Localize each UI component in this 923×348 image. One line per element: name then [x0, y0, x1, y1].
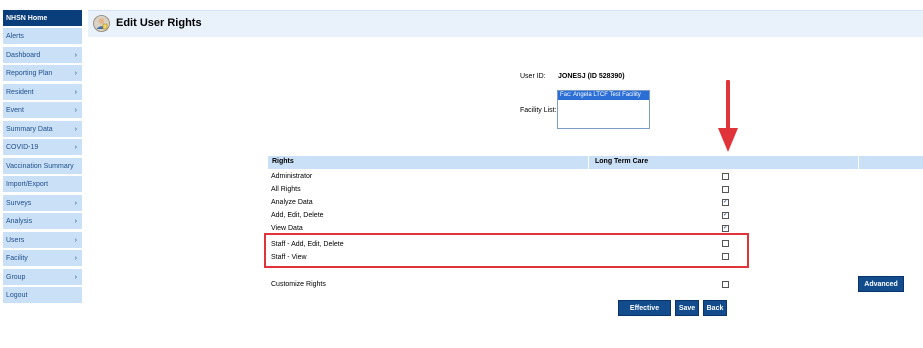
- effective-rights-button[interactable]: Effective Rights: [618, 300, 671, 328]
- sidebar-item-label: Alerts: [6, 33, 24, 40]
- chevron-right-icon: ›: [74, 218, 77, 225]
- sidebar-item-label: Logout: [6, 292, 28, 299]
- facility-listbox[interactable]: Fac: Angela LTCF Test Facility: [557, 90, 650, 129]
- sidebar-item-event[interactable]: Event ›: [3, 102, 82, 119]
- chevron-right-icon: ›: [74, 89, 77, 96]
- sidebar-item-facility[interactable]: Facility ›: [3, 250, 82, 267]
- sidebar-item-reporting-plan[interactable]: Reporting Plan ›: [3, 65, 82, 82]
- sidebar-item-label: Dashboard: [6, 52, 41, 59]
- right-row-label: Add, Edit, Delete: [271, 212, 324, 219]
- user-id-value: JONESJ (ID 528390): [558, 73, 625, 80]
- back-button[interactable]: Back: [703, 300, 727, 316]
- chevron-right-icon: ›: [74, 274, 77, 281]
- chevron-right-icon: ›: [74, 126, 77, 133]
- right-row-label: Administrator: [271, 173, 313, 180]
- sidebar-item-label: Group: [6, 274, 26, 281]
- sidebar-item-label: Reporting Plan: [6, 70, 53, 77]
- sidebar-item-label: Event: [6, 107, 24, 114]
- sidebar-item-label: Surveys: [6, 200, 32, 207]
- sidebar-item-logout[interactable]: Logout: [3, 287, 82, 304]
- save-button[interactable]: Save: [675, 300, 699, 316]
- sidebar-item-label: NHSN Home: [6, 15, 48, 22]
- page-title: Edit User Rights: [116, 17, 202, 29]
- sidebar-item-analysis[interactable]: Analysis ›: [3, 213, 82, 230]
- chevron-right-icon: ›: [74, 237, 77, 244]
- right-row-label: All Rights: [271, 186, 301, 193]
- administrator-checkbox[interactable]: [722, 173, 729, 180]
- sidebar-item-import-export[interactable]: Import/Export: [3, 176, 82, 193]
- sidebar-item-label: Import/Export: [6, 181, 49, 188]
- sidebar-item-group[interactable]: Group ›: [3, 269, 82, 286]
- add-edit-delete-checkbox[interactable]: ✓: [722, 212, 729, 219]
- right-row-label: View Data: [271, 225, 303, 232]
- page-header: Edit User Rights: [88, 10, 923, 37]
- sidebar-item-vaccination-summary[interactable]: Vaccination Summary: [3, 158, 82, 175]
- rights-column-header: Rights: [272, 158, 294, 165]
- view-data-checkbox[interactable]: ✓: [722, 225, 729, 232]
- user-rights-icon: [93, 15, 110, 32]
- annotation-arrow-icon: [718, 80, 738, 152]
- sidebar-item-label: COVID-19: [6, 144, 39, 151]
- user-id-label: User ID:: [520, 73, 546, 80]
- chevron-right-icon: ›: [74, 255, 77, 262]
- column-divider: [588, 156, 589, 169]
- rights-table-header: Rights Long Term Care: [268, 156, 923, 169]
- sidebar-item-covid-19[interactable]: COVID-19 ›: [3, 139, 82, 156]
- highlight-box: [264, 233, 749, 268]
- sidebar-item-dashboard[interactable]: Dashboard ›: [3, 47, 82, 64]
- sidebar-item-resident[interactable]: Resident ›: [3, 84, 82, 101]
- sidebar-item-users[interactable]: Users ›: [3, 232, 82, 249]
- long-term-care-column-header: Long Term Care: [595, 158, 649, 165]
- facility-list-label: Facility List:: [520, 107, 557, 114]
- chevron-right-icon: ›: [74, 107, 77, 114]
- sidebar-item-label: Users: [6, 237, 25, 244]
- chevron-right-icon: ›: [74, 144, 77, 151]
- sidebar-nav: NHSN Home Alerts Dashboard › Reporting Pl…: [0, 0, 82, 348]
- chevron-right-icon: ›: [74, 200, 77, 207]
- facility-option[interactable]: Fac: Angela LTCF Test Facility: [558, 91, 649, 100]
- chevron-right-icon: ›: [74, 70, 77, 77]
- sidebar-item-summary-data[interactable]: Summary Data ›: [3, 121, 82, 138]
- all-rights-checkbox[interactable]: [722, 186, 729, 193]
- advanced-button[interactable]: Advanced: [858, 276, 904, 292]
- sidebar-item-label: Facility: [6, 255, 28, 262]
- sidebar-item-label: Resident: [6, 89, 34, 96]
- sidebar-item-label: Analysis: [6, 218, 33, 225]
- customize-rights-label: Customize Rights: [271, 281, 326, 288]
- right-row-label: Analyze Data: [271, 199, 313, 206]
- sidebar-item-label: Summary Data: [6, 126, 53, 133]
- sidebar-item-label: Vaccination Summary: [6, 163, 74, 170]
- chevron-right-icon: ›: [74, 52, 77, 59]
- sidebar-item-surveys[interactable]: Surveys ›: [3, 195, 82, 212]
- customize-rights-checkbox[interactable]: [722, 281, 729, 288]
- column-divider: [858, 156, 859, 169]
- analyze-data-checkbox[interactable]: ✓: [722, 199, 729, 206]
- sidebar-item-alerts[interactable]: Alerts: [3, 28, 82, 45]
- sidebar-item-nhsn-home[interactable]: NHSN Home: [3, 10, 82, 27]
